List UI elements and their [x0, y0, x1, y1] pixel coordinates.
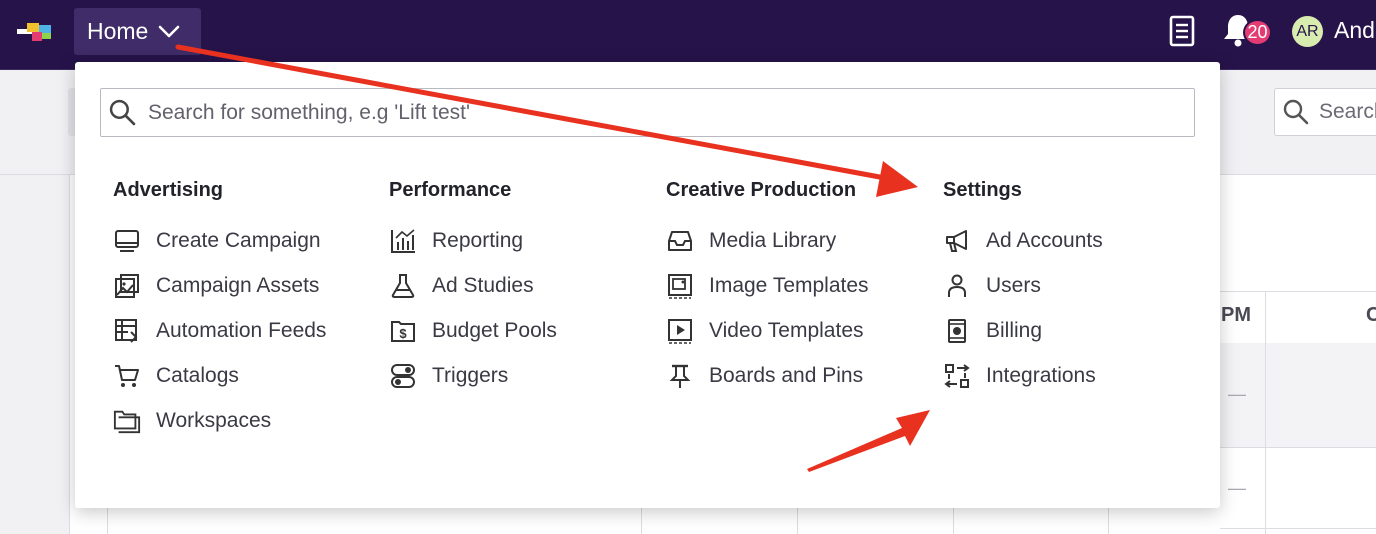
megaphone-icon: [943, 227, 971, 255]
home-menu-button[interactable]: Home: [74, 8, 201, 55]
menu-column-performance: Performance Reporting Ad Studies $ Budge…: [389, 179, 557, 403]
table-cell-empty: —: [1228, 384, 1246, 404]
menu-item-label: Image Templates: [709, 273, 869, 297]
table-cell-empty: —: [1228, 478, 1246, 498]
images-icon: [113, 272, 141, 300]
automation-table-icon: [113, 317, 141, 345]
menu-item-label: Catalogs: [156, 363, 239, 387]
user-icon: [943, 272, 971, 300]
menu-item-label: Budget Pools: [432, 318, 557, 342]
menu-item-label: Users: [986, 273, 1041, 297]
top-navigation-bar: Home 20 AR And: [0, 0, 1376, 70]
home-dropdown-menu: Advertising Create Campaign Campaign Ass…: [75, 62, 1220, 508]
table-header-pm[interactable]: PM: [1221, 304, 1251, 327]
toggle-icon: [389, 362, 417, 390]
menu-column-advertising: Advertising Create Campaign Campaign Ass…: [113, 179, 326, 448]
menu-search-input[interactable]: [146, 99, 1050, 126]
dollar-folder-icon: $: [389, 317, 417, 345]
folders-icon: [113, 407, 141, 435]
flask-icon: [389, 272, 417, 300]
table-column-divider: [1265, 291, 1266, 534]
menu-item-label: Automation Feeds: [156, 318, 327, 342]
menu-item-label: Create Campaign: [156, 228, 321, 252]
user-name[interactable]: And: [1334, 17, 1375, 44]
table-column-divider: [1108, 508, 1109, 534]
menu-item-triggers[interactable]: Triggers: [389, 348, 557, 403]
menu-item-label: Integrations: [986, 363, 1096, 387]
menu-item-label: Workspaces: [156, 408, 272, 432]
menu-item-label: Ad Accounts: [986, 228, 1103, 252]
document-icon[interactable]: [1168, 15, 1196, 47]
menu-item-label: Ad Studies: [432, 273, 534, 297]
chart-icon: [389, 227, 417, 255]
column-title-performance: Performance: [389, 179, 512, 201]
menu-item-boards-and-pins[interactable]: Boards and Pins: [666, 348, 869, 403]
search-icon: [109, 99, 136, 126]
column-title-settings: Settings: [943, 179, 1022, 201]
brand-logo[interactable]: [17, 21, 59, 43]
pin-icon: [666, 362, 694, 390]
chevron-down-icon: [159, 25, 180, 37]
menu-column-creative-production: Creative Production Media Library Image …: [666, 179, 869, 403]
table-column-divider: [641, 508, 642, 534]
inbox-icon: [666, 227, 694, 255]
menu-item-label: Boards and Pins: [709, 363, 864, 387]
menu-item-label: Media Library: [709, 228, 837, 252]
column-title-advertising: Advertising: [113, 179, 224, 201]
svg-text:$: $: [399, 326, 407, 341]
menu-item-integrations[interactable]: Integrations: [943, 348, 1103, 403]
video-template-icon: [666, 317, 694, 345]
monitor-icon: [113, 227, 141, 255]
notification-count-badge[interactable]: 20: [1243, 19, 1272, 46]
menu-item-label: Campaign Assets: [156, 273, 320, 297]
menu-item-workspaces[interactable]: Workspaces: [113, 393, 326, 448]
column-title-creative-production: Creative Production: [666, 179, 857, 201]
home-label: Home: [87, 18, 149, 44]
menu-search-box[interactable]: [100, 88, 1195, 137]
billing-icon: [943, 317, 971, 345]
table-column-divider: [797, 508, 798, 534]
background-search-placeholder: Search: [1319, 100, 1376, 123]
menu-column-settings: Settings Ad Accounts Users Billing Integ…: [943, 179, 1103, 403]
search-icon: [1283, 99, 1309, 125]
table-column-divider: [953, 508, 954, 534]
image-template-icon: [666, 272, 694, 300]
table-header-c[interactable]: C: [1366, 304, 1376, 327]
menu-item-label: Reporting: [432, 228, 524, 252]
background-search-input[interactable]: Search: [1274, 88, 1376, 136]
menu-item-label: Triggers: [432, 363, 509, 387]
cart-icon: [113, 362, 141, 390]
menu-item-label: Video Templates: [709, 318, 864, 342]
menu-item-label: Billing: [986, 318, 1043, 342]
avatar[interactable]: AR: [1292, 16, 1323, 47]
integrations-icon: [943, 362, 971, 390]
table-column-divider: [107, 508, 108, 534]
